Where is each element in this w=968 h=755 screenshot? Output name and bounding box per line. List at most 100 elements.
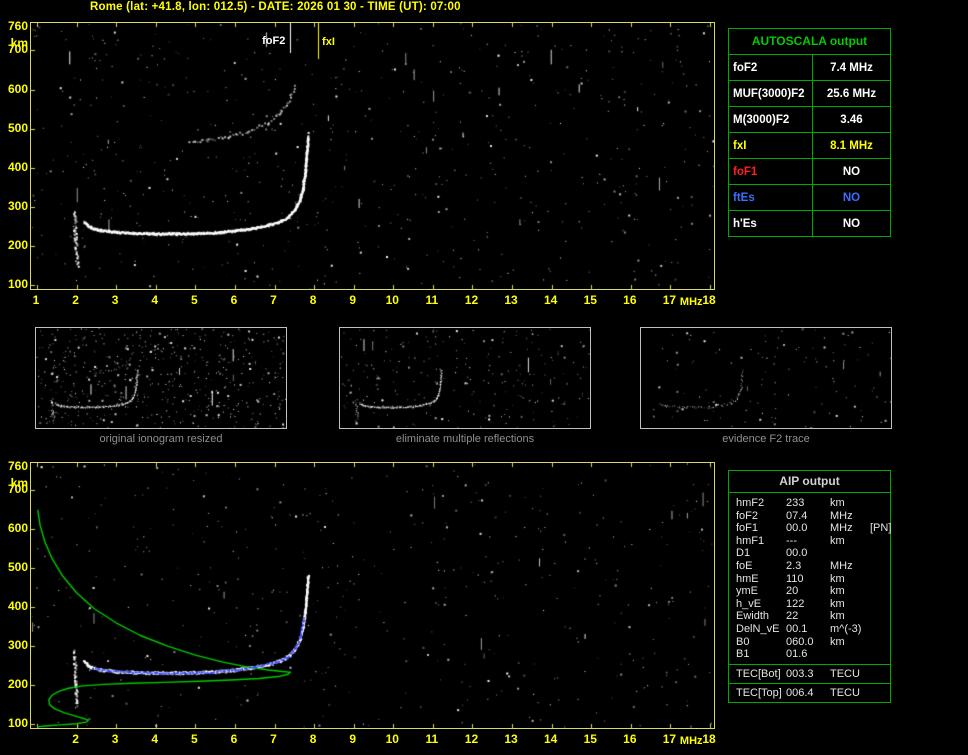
autoscala-param-value: 8.1 MHz bbox=[830, 139, 873, 152]
x-tick-13: 13 bbox=[504, 732, 518, 746]
aip-row-4: D1 00.0 bbox=[736, 547, 890, 560]
autoscala-param-label: M(3000)F2 bbox=[729, 107, 813, 132]
aip-param-extra bbox=[870, 668, 890, 681]
autoscala-row-5: ftEs NO bbox=[729, 184, 890, 210]
x-tick-5: 5 bbox=[190, 293, 198, 307]
y-tick-760: 760 bbox=[7, 18, 28, 33]
x-tick-7: 7 bbox=[270, 293, 277, 307]
autoscala-param-value: NO bbox=[842, 217, 861, 230]
x-tick-10: 10 bbox=[385, 732, 399, 746]
aip-param-unit bbox=[830, 547, 870, 560]
recorded-ionogram-canvas bbox=[31, 23, 714, 289]
aip-param-extra bbox=[870, 560, 890, 573]
aip-param-unit: TECU bbox=[830, 687, 860, 700]
aip-param-value: 20 bbox=[786, 585, 799, 598]
aip-row-14: TEC[Top] 006.4 TECU bbox=[736, 687, 890, 700]
aip-param-unit: TECU bbox=[830, 667, 860, 680]
y-tick-500: 500 bbox=[7, 560, 28, 575]
aip-param-value: 122 bbox=[786, 597, 805, 610]
autoscala-row-4: foF1 NO bbox=[729, 158, 890, 184]
aip-param-value: 01.6 bbox=[786, 648, 808, 661]
y-tick-400: 400 bbox=[7, 159, 28, 174]
y-tick-200: 200 bbox=[7, 677, 28, 692]
aip-param-unit: m^(-3) bbox=[830, 622, 862, 635]
autoscala-param-value: 7.4 MHz bbox=[830, 61, 873, 74]
y-tick-760: 760 bbox=[7, 458, 28, 473]
autoscala-param-label: foF2 bbox=[729, 55, 813, 80]
fxi-marker-label: fxI bbox=[322, 36, 335, 48]
x-axis-unit: MHz bbox=[679, 296, 703, 308]
aip-param-value: 003.3 bbox=[786, 667, 814, 680]
autoscala-param-label: ftEs bbox=[729, 185, 813, 210]
aip-param-extra bbox=[870, 610, 890, 623]
aip-row-2: foF1 00.0 MHz [PN] bbox=[736, 522, 891, 535]
x-tick-12: 12 bbox=[464, 732, 479, 746]
y-tick-500: 500 bbox=[7, 120, 28, 135]
aip-param-value: 00.1 bbox=[786, 622, 808, 635]
x-axis-unit: MHz bbox=[679, 735, 703, 747]
autoscala-table-title: AUTOSCALA output bbox=[751, 34, 868, 48]
aip-param-value: 00.0 bbox=[786, 547, 808, 560]
aip-output-table: AIP output hmF2 233 km foF2 07.4 MHz foF1 00.0 M… bbox=[728, 470, 891, 703]
aip-param-extra bbox=[870, 573, 890, 586]
autoscaled-ionogram-canvas bbox=[31, 463, 714, 728]
aip-param-extra bbox=[870, 687, 890, 700]
aip-param-name: foF1 bbox=[736, 522, 759, 535]
autoscala-row-3: fxI 8.1 MHz bbox=[729, 132, 890, 158]
aip-param-name: B1 bbox=[736, 648, 750, 661]
x-tick-16: 16 bbox=[623, 732, 637, 746]
autoscala-param-value: 25.6 MHz bbox=[826, 87, 877, 100]
aip-param-unit: km bbox=[830, 635, 845, 648]
aip-param-extra bbox=[870, 497, 890, 510]
autoscala-param-value: NO bbox=[842, 191, 861, 204]
y-tick-200: 200 bbox=[7, 237, 28, 252]
autoscala-window: Rome (lat: +41.8, lon: 012.5) - DATE: 20… bbox=[0, 0, 968, 755]
x-tick-13: 13 bbox=[504, 293, 518, 307]
x-tick-16: 16 bbox=[623, 293, 637, 307]
autoscala-param-value: 3.46 bbox=[840, 113, 863, 126]
aip-param-value: --- bbox=[786, 534, 797, 547]
aip-param-name: TEC[Bot] bbox=[736, 667, 781, 680]
recorded-ionogram-plot bbox=[30, 22, 715, 290]
aip-param-unit: km bbox=[830, 497, 845, 509]
x-tick-14: 14 bbox=[543, 293, 558, 307]
aip-param-extra bbox=[870, 510, 890, 523]
x-tick-14: 14 bbox=[543, 732, 558, 746]
x-tick-15: 15 bbox=[583, 293, 597, 307]
thumb-caption-original: original ionogram resized bbox=[99, 433, 223, 445]
x-tick-3: 3 bbox=[111, 293, 119, 307]
aip-param-value: 22 bbox=[786, 610, 799, 623]
x-tick-1: 1 bbox=[32, 293, 40, 307]
x-tick-4: 4 bbox=[151, 293, 159, 307]
aip-row-7: ymE 20 km bbox=[736, 585, 890, 598]
y-tick-100: 100 bbox=[7, 716, 28, 731]
aip-separator bbox=[729, 663, 890, 665]
thumb-f2-trace-canvas bbox=[641, 328, 891, 428]
x-tick-9: 9 bbox=[349, 732, 357, 746]
aip-param-name: B0 bbox=[736, 635, 750, 648]
thumb-f2-trace bbox=[640, 327, 892, 429]
aip-param-name: foF2 bbox=[736, 509, 759, 522]
aip-param-unit: km bbox=[830, 585, 845, 598]
aip-param-name: ymE bbox=[736, 585, 758, 598]
x-tick-8: 8 bbox=[309, 293, 317, 307]
x-tick-5: 5 bbox=[190, 732, 198, 746]
thumb-no-multiples bbox=[339, 327, 591, 429]
autoscala-param-label: foF1 bbox=[729, 159, 813, 184]
aip-param-unit: km bbox=[830, 610, 845, 623]
autoscala-row-0: foF2 7.4 MHz bbox=[729, 54, 890, 80]
aip-row-10: DelN_vE 00.1 m^(-3) bbox=[736, 623, 890, 636]
fof2-marker-label: foF2 bbox=[262, 35, 286, 47]
aip-param-value: 07.4 bbox=[786, 509, 808, 522]
aip-param-extra bbox=[870, 585, 890, 598]
aip-row-11: B0 060.0 km bbox=[736, 636, 890, 649]
aip-row-9: Ewidth 22 km bbox=[736, 610, 890, 623]
aip-row-8: h_vE 122 km bbox=[736, 598, 890, 611]
autoscaled-ionogram-plot bbox=[30, 462, 715, 729]
aip-param-unit bbox=[830, 648, 870, 661]
thumb-no-multiples-canvas bbox=[340, 328, 590, 428]
y-tick-300: 300 bbox=[7, 638, 28, 653]
x-tick-3: 3 bbox=[111, 732, 119, 746]
aip-param-value: 00.0 bbox=[786, 522, 808, 535]
x-tick-2: 2 bbox=[72, 293, 79, 307]
